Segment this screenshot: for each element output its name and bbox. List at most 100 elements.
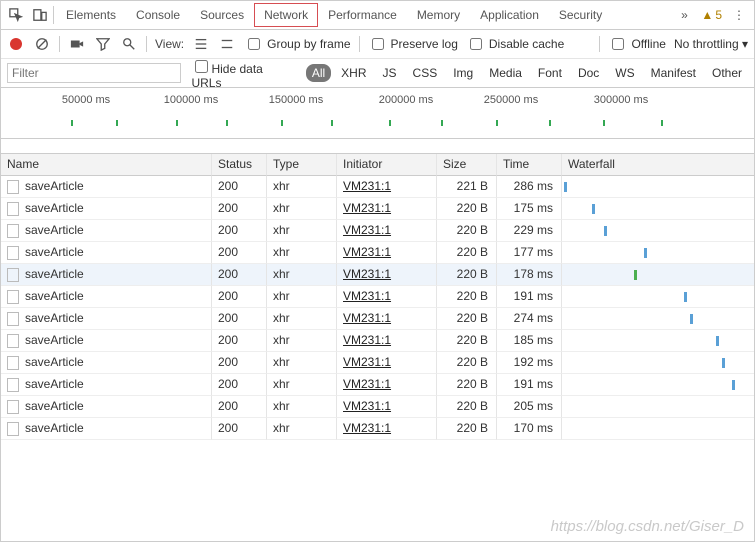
file-icon: [7, 334, 19, 348]
settings-menu-icon[interactable]: ⋮: [728, 4, 750, 26]
table-cell: 205 ms: [496, 396, 561, 418]
more-tabs-icon[interactable]: »: [673, 4, 695, 26]
initiator-link[interactable]: VM231:1: [343, 179, 391, 193]
initiator-link[interactable]: VM231:1: [343, 245, 391, 259]
table-cell: 220 B: [436, 418, 496, 440]
type-filter-all[interactable]: All: [306, 64, 331, 82]
initiator-link[interactable]: VM231:1: [343, 289, 391, 303]
type-filter-css[interactable]: CSS: [407, 64, 444, 82]
tab-console[interactable]: Console: [126, 3, 190, 27]
divider: [146, 36, 147, 52]
type-filter-media[interactable]: Media: [483, 64, 528, 82]
clear-icon[interactable]: [33, 37, 51, 51]
timeline-overview[interactable]: 50000 ms100000 ms150000 ms200000 ms25000…: [1, 88, 754, 139]
table-row-name[interactable]: saveArticle: [1, 330, 211, 352]
ruler-tick: 100000 ms: [164, 94, 218, 106]
type-filter-ws[interactable]: WS: [609, 64, 640, 82]
initiator-link[interactable]: VM231:1: [343, 201, 391, 215]
large-rows-icon[interactable]: [218, 37, 236, 51]
initiator-link[interactable]: VM231:1: [343, 377, 391, 391]
column-header-size[interactable]: Size: [436, 154, 496, 176]
initiator-link[interactable]: VM231:1: [343, 333, 391, 347]
table-cell: 200: [211, 352, 266, 374]
table-row-name[interactable]: saveArticle: [1, 198, 211, 220]
column-header-time[interactable]: Time: [496, 154, 561, 176]
divider: [53, 6, 54, 24]
request-name: saveArticle: [25, 374, 84, 395]
throttling-select[interactable]: No throttling ▾: [674, 37, 748, 51]
network-toolbar: View: Group by frame Preserve log Disabl…: [1, 30, 754, 59]
table-cell: VM231:1: [336, 286, 436, 308]
disable-cache-checkbox[interactable]: Disable cache: [466, 35, 564, 53]
type-filter-xhr[interactable]: XHR: [335, 64, 372, 82]
table-cell: VM231:1: [336, 242, 436, 264]
request-name: saveArticle: [25, 418, 84, 439]
table-cell: 200: [211, 374, 266, 396]
column-header-waterfall[interactable]: Waterfall: [561, 154, 754, 176]
hide-data-urls-checkbox[interactable]: Hide data URLs: [191, 57, 295, 90]
filter-icon[interactable]: [94, 37, 112, 51]
initiator-link[interactable]: VM231:1: [343, 399, 391, 413]
table-cell: [561, 308, 754, 330]
camera-icon[interactable]: [68, 37, 86, 51]
type-filter-font[interactable]: Font: [532, 64, 568, 82]
initiator-link[interactable]: VM231:1: [343, 267, 391, 281]
table-row-name[interactable]: saveArticle: [1, 374, 211, 396]
waterfall-bar: [564, 182, 567, 192]
request-name: saveArticle: [25, 396, 84, 417]
warnings-badge[interactable]: ▲ 5: [701, 8, 722, 22]
column-header-name[interactable]: Name: [1, 154, 211, 176]
column-header-status[interactable]: Status: [211, 154, 266, 176]
group-by-frame-checkbox[interactable]: Group by frame: [244, 35, 350, 53]
inspect-icon[interactable]: [5, 4, 27, 26]
tab-elements[interactable]: Elements: [56, 3, 126, 27]
tab-performance[interactable]: Performance: [318, 3, 407, 27]
tab-sources[interactable]: Sources: [190, 3, 254, 27]
list-view-icon[interactable]: [192, 37, 210, 51]
offline-checkbox[interactable]: Offline: [608, 35, 665, 53]
table-row-name[interactable]: saveArticle: [1, 352, 211, 374]
table-cell: VM231:1: [336, 352, 436, 374]
table-row-name[interactable]: saveArticle: [1, 308, 211, 330]
table-cell: xhr: [266, 176, 336, 198]
table-cell: 220 B: [436, 220, 496, 242]
tab-memory[interactable]: Memory: [407, 3, 470, 27]
table-row-name[interactable]: saveArticle: [1, 396, 211, 418]
table-cell: 286 ms: [496, 176, 561, 198]
filter-input[interactable]: [7, 63, 181, 83]
table-cell: 175 ms: [496, 198, 561, 220]
preserve-log-checkbox[interactable]: Preserve log: [368, 35, 458, 53]
initiator-link[interactable]: VM231:1: [343, 223, 391, 237]
table-cell: VM231:1: [336, 308, 436, 330]
table-row-name[interactable]: saveArticle: [1, 220, 211, 242]
search-icon[interactable]: [120, 37, 138, 51]
tab-network[interactable]: Network: [254, 3, 318, 27]
table-cell: xhr: [266, 220, 336, 242]
ruler-marker: [226, 120, 228, 126]
table-cell: [561, 198, 754, 220]
type-filter-js[interactable]: JS: [377, 64, 403, 82]
type-filter-manifest[interactable]: Manifest: [645, 64, 702, 82]
device-icon[interactable]: [29, 4, 51, 26]
record-button[interactable]: [7, 38, 25, 50]
ruler-marker: [116, 120, 118, 126]
table-cell: 220 B: [436, 242, 496, 264]
type-filter-doc[interactable]: Doc: [572, 64, 605, 82]
initiator-link[interactable]: VM231:1: [343, 311, 391, 325]
table-row-name[interactable]: saveArticle: [1, 264, 211, 286]
table-row-name[interactable]: saveArticle: [1, 242, 211, 264]
table-cell: xhr: [266, 198, 336, 220]
initiator-link[interactable]: VM231:1: [343, 421, 391, 435]
table-row-name[interactable]: saveArticle: [1, 176, 211, 198]
initiator-link[interactable]: VM231:1: [343, 355, 391, 369]
table-row-name[interactable]: saveArticle: [1, 286, 211, 308]
tab-security[interactable]: Security: [549, 3, 612, 27]
tab-application[interactable]: Application: [470, 3, 549, 27]
table-cell: 200: [211, 264, 266, 286]
table-row-name[interactable]: saveArticle: [1, 418, 211, 440]
type-filter-other[interactable]: Other: [706, 64, 748, 82]
type-filter-img[interactable]: Img: [447, 64, 479, 82]
divider: [359, 36, 360, 52]
column-header-initiator[interactable]: Initiator: [336, 154, 436, 176]
column-header-type[interactable]: Type: [266, 154, 336, 176]
